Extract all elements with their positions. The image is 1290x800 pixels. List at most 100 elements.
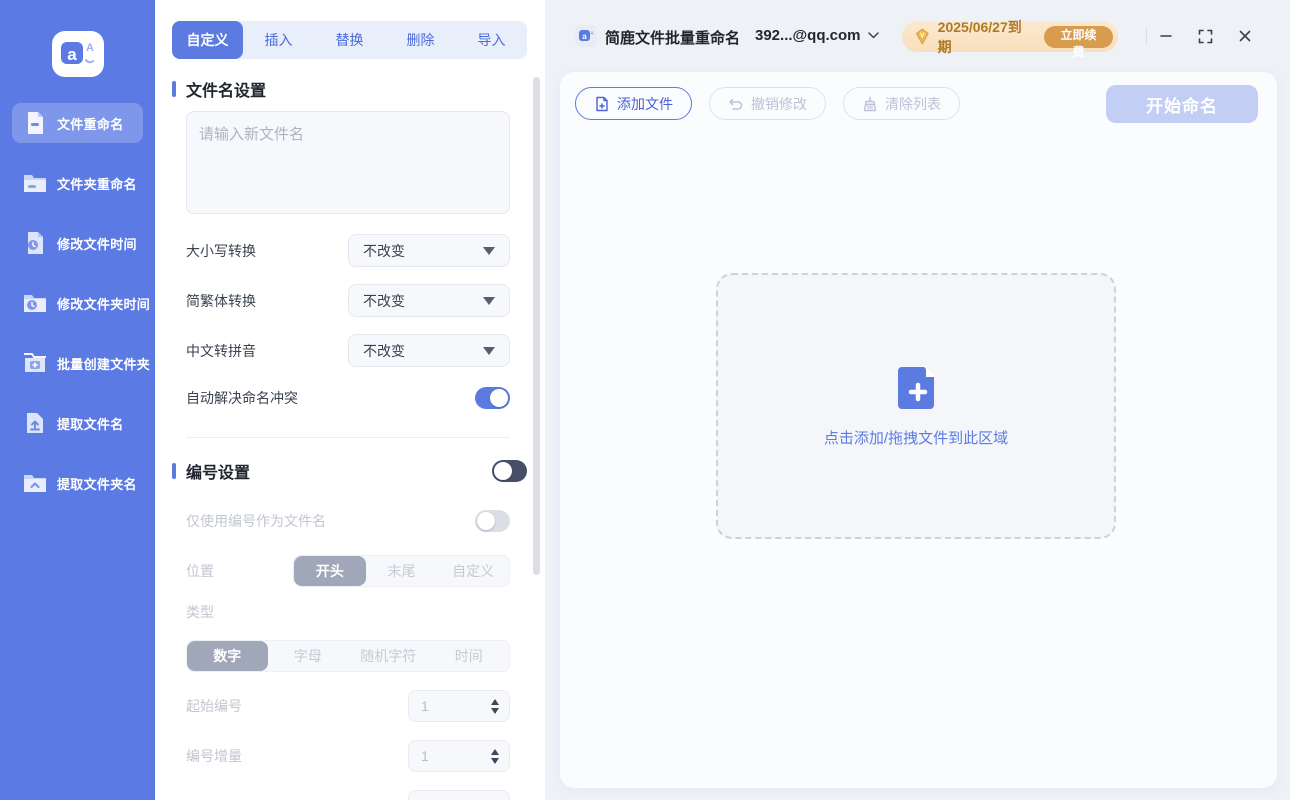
folder-time-icon <box>22 290 48 316</box>
only-number-row: 仅使用编号作为文件名 <box>186 509 510 533</box>
only-number-toggle[interactable] <box>475 510 510 532</box>
sidebar-item-folder-time[interactable]: 修改文件夹时间 <box>12 283 143 323</box>
file-dropzone[interactable]: 点击添加/拖拽文件到此区域 <box>716 273 1116 539</box>
case-convert-row: 大小写转换 不改变 <box>186 234 510 267</box>
type-option-letter[interactable]: 字母 <box>268 641 349 671</box>
position-option-start[interactable]: 开头 <box>294 556 366 586</box>
folder-extract-icon <box>22 470 48 496</box>
section-title: 编号设置 <box>186 459 250 483</box>
button-label: 撤销修改 <box>751 94 807 114</box>
tab-insert[interactable]: 插入 <box>243 21 314 59</box>
add-files-button[interactable]: 添加文件 <box>575 87 692 120</box>
file-rename-icon <box>22 110 48 136</box>
caret-down-icon <box>483 347 495 355</box>
filename-section-header: 文件名设置 <box>172 79 266 99</box>
select-value: 不改变 <box>363 291 405 311</box>
increment-row: 编号增量 1 <box>186 740 510 772</box>
pinyin-label: 中文转拼音 <box>186 341 256 361</box>
settings-panel: 自定义 插入 替换 删除 导入 文件名设置 大小写转换 不改变 简繁体转换 不改… <box>155 0 545 800</box>
position-option-custom[interactable]: 自定义 <box>437 556 509 586</box>
sidebar-item-file-rename[interactable]: 文件重命名 <box>12 103 143 143</box>
tab-replace[interactable]: 替换 <box>314 21 385 59</box>
sidebar-item-label: 提取文件夹名 <box>57 474 137 493</box>
simplified-traditional-select[interactable]: 不改变 <box>348 284 510 317</box>
clear-list-icon <box>862 96 878 112</box>
file-extract-icon <box>22 410 48 436</box>
button-label: 清除列表 <box>885 94 941 114</box>
select-value: 不改变 <box>363 241 405 261</box>
close-button[interactable] <box>1235 26 1255 46</box>
section-accent-bar <box>172 463 176 479</box>
position-option-end[interactable]: 末尾 <box>366 556 438 586</box>
increment-stepper[interactable]: 1 <box>408 740 510 772</box>
new-filename-input[interactable] <box>186 111 510 214</box>
case-convert-select[interactable]: 不改变 <box>348 234 510 267</box>
conflict-toggle[interactable] <box>475 387 510 409</box>
sidebar-item-folder-create[interactable]: 批量创建文件夹 <box>12 343 143 383</box>
svg-text:a: a <box>67 45 77 64</box>
sidebar-item-file-time[interactable]: 修改文件时间 <box>12 223 143 263</box>
titlebar: a A 简鹿文件批量重命名 392...@qq.com V 2025/06/27… <box>545 0 1290 72</box>
account-email: 392...@qq.com <box>755 27 861 44</box>
clear-list-button[interactable]: 清除列表 <box>843 87 960 120</box>
dropzone-hint: 点击添加/拖拽文件到此区域 <box>824 427 1008 448</box>
minimize-button[interactable] <box>1156 26 1176 46</box>
type-option-random[interactable]: 随机字符 <box>348 641 429 671</box>
pinyin-select[interactable]: 不改变 <box>348 334 510 367</box>
license-badge[interactable]: V 2025/06/27到期 立即续费 <box>902 21 1118 52</box>
panel-scrollbar[interactable] <box>533 77 540 575</box>
stepper-value: 1 <box>421 698 429 714</box>
app-titlebar-icon: a A <box>575 25 597 47</box>
add-file-icon <box>594 96 610 112</box>
next-stepper-partial[interactable] <box>408 790 510 800</box>
sidebar-item-folder-extract[interactable]: 提取文件夹名 <box>12 463 143 503</box>
svg-text:A: A <box>86 42 94 54</box>
svg-text:A: A <box>590 31 594 37</box>
tab-import[interactable]: 导入 <box>456 21 527 59</box>
type-option-number[interactable]: 数字 <box>187 641 268 671</box>
maximize-icon <box>1198 29 1213 44</box>
sidebar-item-label: 修改文件时间 <box>57 234 137 253</box>
account-menu[interactable]: 392...@qq.com <box>755 27 879 44</box>
mode-tabs: 自定义 插入 替换 删除 导入 <box>172 21 527 59</box>
file-time-icon <box>22 230 48 256</box>
position-segmented: 开头 末尾 自定义 <box>293 555 510 587</box>
vip-icon: V <box>914 28 931 45</box>
section-accent-bar <box>172 81 176 97</box>
svg-text:a: a <box>582 32 587 41</box>
type-label-row: 类型 <box>186 602 510 622</box>
renew-button[interactable]: 立即续费 <box>1044 26 1113 48</box>
numbering-section-header: 编号设置 <box>172 461 527 481</box>
close-icon <box>1238 29 1252 43</box>
simplified-traditional-row: 简繁体转换 不改变 <box>186 284 510 317</box>
undo-button[interactable]: 撤销修改 <box>709 87 826 120</box>
stepper-arrows-icon[interactable] <box>491 749 499 764</box>
start-rename-button[interactable]: 开始命名 <box>1106 85 1258 123</box>
type-label: 类型 <box>186 602 214 622</box>
svg-text:V: V <box>920 32 925 39</box>
caret-down-icon <box>483 247 495 255</box>
stepper-arrows-icon[interactable] <box>491 699 499 714</box>
case-convert-label: 大小写转换 <box>186 241 256 261</box>
start-number-stepper[interactable]: 1 <box>408 690 510 722</box>
tab-custom[interactable]: 自定义 <box>172 21 243 59</box>
sidebar-item-label: 文件夹重命名 <box>57 174 137 193</box>
sidebar: a A 文件重命名 文件夹重命名 <box>0 0 155 800</box>
window-title: 简鹿文件批量重命名 <box>605 27 740 48</box>
numbering-toggle[interactable] <box>492 460 527 482</box>
main-area: a A 简鹿文件批量重命名 392...@qq.com V 2025/06/27… <box>545 0 1290 800</box>
sidebar-item-label: 修改文件夹时间 <box>57 294 150 313</box>
sidebar-item-folder-rename[interactable]: 文件夹重命名 <box>12 163 143 203</box>
tab-delete[interactable]: 删除 <box>385 21 456 59</box>
start-number-row: 起始编号 1 <box>186 690 510 722</box>
app-window: a A 文件重命名 文件夹重命名 <box>0 0 1290 800</box>
maximize-button[interactable] <box>1195 26 1215 46</box>
sidebar-item-file-extract[interactable]: 提取文件名 <box>12 403 143 443</box>
file-list-card: 添加文件 撤销修改 清除列表 <box>560 72 1277 788</box>
sidebar-item-label: 批量创建文件夹 <box>57 354 150 373</box>
minimize-icon <box>1159 29 1173 43</box>
sidebar-item-label: 文件重命名 <box>57 114 124 133</box>
caret-down-icon <box>483 297 495 305</box>
type-option-time[interactable]: 时间 <box>429 641 510 671</box>
titlebar-divider <box>1146 28 1147 44</box>
